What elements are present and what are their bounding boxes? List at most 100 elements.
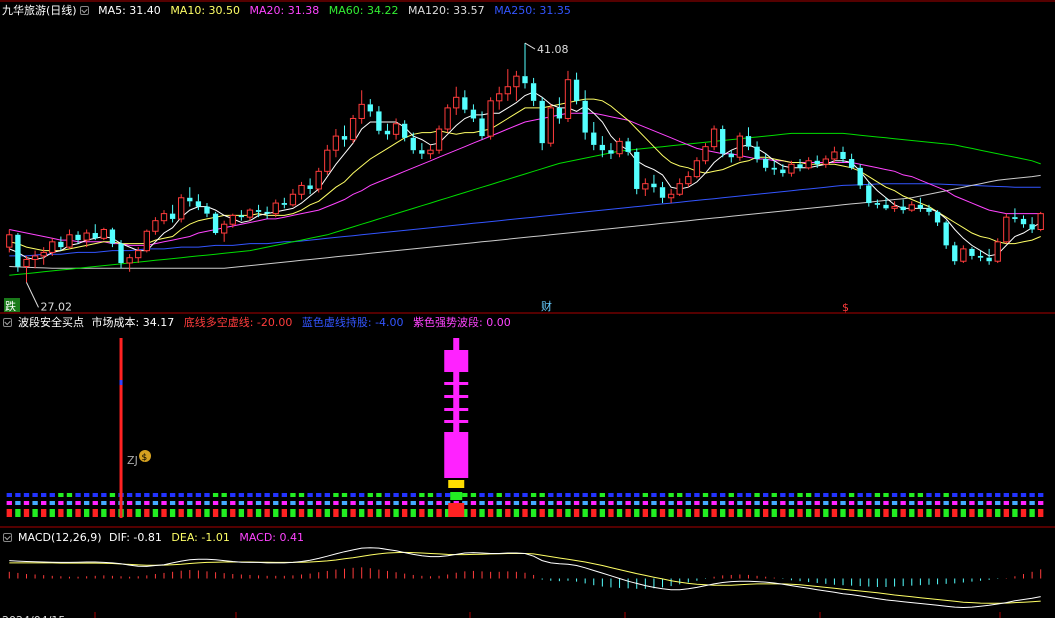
indicator-row1-mark <box>891 493 898 497</box>
candle <box>685 171 692 188</box>
indicator-row1-mark <box>814 493 820 497</box>
indicator-name[interactable]: 波段安全买点 <box>18 316 84 329</box>
indicator-row2-mark <box>359 501 365 505</box>
indicator-row1-mark <box>573 493 580 497</box>
indicator-row3-mark <box>298 509 305 517</box>
indicator-row2-mark <box>969 501 975 505</box>
indicator-row3-mark <box>178 509 184 517</box>
indicator-row2-mark <box>677 501 683 505</box>
candle-body <box>376 111 382 131</box>
candle-body <box>419 150 425 154</box>
indicator-row3-mark <box>565 509 571 517</box>
indicator-row3-mark <box>805 509 812 517</box>
stock-name[interactable]: 九华旅游(日线) <box>2 4 77 17</box>
indicator-row1-mark <box>230 493 236 497</box>
candle <box>866 181 872 207</box>
indicator-row1-mark <box>995 493 1001 497</box>
indicator-row1-mark <box>66 493 73 497</box>
indicator-row3-mark <box>668 509 674 517</box>
indicator-row2-mark <box>126 501 133 505</box>
kline-chart[interactable]: 41.08 27.02 跌 财 $ ZJ $2024/04/15 <box>0 0 1055 618</box>
indicator-row2-mark <box>625 501 631 505</box>
candle-body <box>564 79 572 119</box>
candle-body <box>582 100 588 133</box>
indicator-row1-mark <box>548 493 554 497</box>
indicator-row2-mark <box>1029 501 1035 505</box>
indicator-row3-mark <box>195 509 202 517</box>
indicator-row1-mark <box>505 493 511 497</box>
candle-body <box>840 151 846 159</box>
indicator-row3-mark <box>745 509 752 517</box>
indicator-row2-mark <box>273 501 279 505</box>
candle-body <box>6 234 13 248</box>
candle-body <box>788 163 795 174</box>
candle <box>564 70 572 122</box>
high-arrow <box>524 42 536 50</box>
settings-checkbox-icon[interactable] <box>79 6 89 15</box>
candle-body <box>195 201 202 207</box>
magenta-rung <box>444 408 469 411</box>
indicator-row2-mark <box>857 501 863 505</box>
indicator-row2-mark <box>952 501 958 505</box>
indicator-legend: 波段安全买点 市场成本: 34.17 底线多空虚线: -20.00 蓝色虚线持股… <box>2 316 517 330</box>
macd-legend: MACD(12,26,9) DIF: -0.81 DEA: -1.01 MACD… <box>2 531 310 545</box>
indicator-row1-mark <box>616 493 623 497</box>
indicator-row3-mark <box>556 509 563 517</box>
indicator-row1-mark <box>487 493 494 497</box>
macd-name[interactable]: MACD(12,26,9) <box>18 531 102 544</box>
indicator-row1-mark <box>58 493 64 497</box>
indicator-row1-mark <box>522 493 528 497</box>
indicator-row3-mark <box>582 509 588 517</box>
candle-body <box>573 79 580 101</box>
indicator-row3-mark <box>754 509 760 517</box>
indicator-row1-mark <box>264 493 270 497</box>
indicator-row2-mark <box>1003 501 1009 505</box>
candle-body <box>341 136 348 140</box>
indicator-row1-mark <box>427 493 434 497</box>
indicator-row1-mark <box>634 493 640 497</box>
candle-body <box>435 128 443 151</box>
candle <box>238 210 245 221</box>
indicator-settings-checkbox-icon[interactable] <box>3 318 12 327</box>
indicator-row3-mark <box>840 509 846 517</box>
indicator-row1-mark <box>419 493 425 497</box>
candle <box>444 104 451 133</box>
candle-body <box>616 140 623 155</box>
indicator-row2-mark <box>728 501 734 505</box>
indicator-row3-mark <box>221 509 227 517</box>
indicator-row3-mark <box>900 509 906 517</box>
macd-settings-checkbox-icon[interactable] <box>3 533 12 542</box>
indicator-row1-mark <box>307 493 313 497</box>
indicator-row3-mark <box>1003 509 1009 517</box>
candle <box>367 99 373 117</box>
candle <box>419 143 425 159</box>
indicator-row2-mark <box>152 501 159 505</box>
indicator-row1-mark <box>376 493 382 497</box>
indicator-row2-mark <box>169 501 176 505</box>
candle <box>522 43 528 89</box>
indicator-row3-mark <box>479 509 485 517</box>
indicator-row1-mark <box>462 493 468 497</box>
indicator-row2-mark <box>848 501 855 505</box>
candle-body <box>513 75 520 88</box>
zj-label: ZJ <box>127 454 138 467</box>
indicator-row2-mark <box>324 501 330 505</box>
indicator-row1-mark <box>1020 493 1027 497</box>
indicator-row1-mark <box>960 493 967 497</box>
indicator-row1-mark <box>221 493 227 497</box>
candle <box>591 121 597 151</box>
candle <box>376 106 382 135</box>
indicator-row3-mark <box>934 509 941 517</box>
indicator-row3-mark <box>702 509 709 517</box>
indicator-row2-mark <box>522 501 528 505</box>
indicator-row3-mark <box>427 509 434 517</box>
indicator-row2-mark <box>702 501 709 505</box>
candle-body <box>926 208 932 212</box>
indicator-row3-mark <box>1029 509 1035 517</box>
candle <box>427 144 434 159</box>
candle <box>281 197 288 209</box>
candle <box>349 114 357 144</box>
indicator-row2-mark <box>934 501 941 505</box>
indicator-row1-mark <box>625 493 631 497</box>
indicator-row1-mark <box>479 493 485 497</box>
